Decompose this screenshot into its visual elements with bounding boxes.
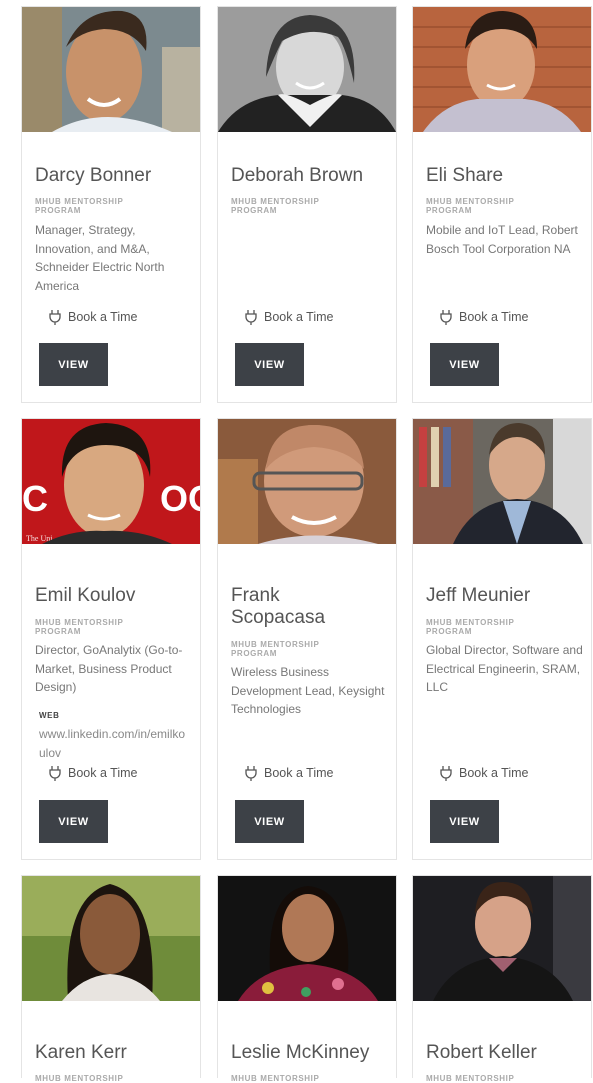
mentor-role: Manager, Strategy, Innovation, and M&A, … xyxy=(35,223,165,293)
mentor-card: Deborah Brown MHUB MENTORSHIP PROGRAM Bo… xyxy=(217,6,397,403)
book-a-time-link[interactable]: Book a Time xyxy=(48,309,137,325)
book-a-time-link[interactable]: Book a Time xyxy=(439,309,528,325)
mentor-photo[interactable] xyxy=(22,876,200,1001)
mentor-program: MHUB MENTORSHIP PROGRAM xyxy=(35,197,124,215)
mentor-photo[interactable] xyxy=(413,419,591,544)
mentor-program: MHUB MENTORSHIP xyxy=(426,1074,515,1083)
view-button[interactable]: VIEW xyxy=(235,800,304,843)
mentor-photo[interactable]: C OO The Uni xyxy=(22,419,200,544)
plug-icon xyxy=(49,766,61,781)
svg-text:C: C xyxy=(22,478,48,519)
svg-text:OO: OO xyxy=(160,478,200,519)
mentor-card: Jeff Meunier MHUB MENTORSHIP PROGRAM Glo… xyxy=(412,418,592,860)
mentor-name: Jeff Meunier xyxy=(426,585,531,606)
mentor-photo[interactable] xyxy=(218,419,396,544)
mentor-photo[interactable] xyxy=(22,7,200,132)
book-a-time-link[interactable]: Book a Time xyxy=(48,765,137,781)
book-a-time-link[interactable]: Book a Time xyxy=(244,765,333,781)
mentor-name: Emil Koulov xyxy=(35,585,136,606)
mentor-role: Global Director, Software and Electrical… xyxy=(426,643,583,694)
plug-icon xyxy=(245,766,257,781)
mentor-name: Robert Keller xyxy=(426,1042,537,1063)
mentor-role: Director, GoAnalytix (Go-to-Market, Busi… xyxy=(35,643,183,694)
mentor-program: MHUB MENTORSHIP PROGRAM xyxy=(35,618,124,636)
mentor-photo[interactable] xyxy=(218,7,396,132)
mentor-program: MHUB MENTORSHIP xyxy=(231,1074,320,1083)
mentor-program: MHUB MENTORSHIP PROGRAM xyxy=(231,197,320,215)
web-link[interactable]: www.linkedin.com/in/emilkoulov xyxy=(39,725,189,762)
mentor-program: MHUB MENTORSHIP PROGRAM xyxy=(426,197,515,215)
mentor-card: Darcy Bonner MHUB MENTORSHIP PROGRAM Man… xyxy=(21,6,201,403)
mentor-card: C OO The Uni Emil Koulov MHUB MENTORSHIP… xyxy=(21,418,201,860)
view-button[interactable]: VIEW xyxy=(39,343,108,386)
book-a-time-label: Book a Time xyxy=(264,766,334,780)
plug-icon xyxy=(440,310,452,325)
book-a-time-label: Book a Time xyxy=(459,766,529,780)
mentor-role: Mobile and IoT Lead, Robert Bosch Tool C… xyxy=(426,223,578,256)
web-label: WEB xyxy=(39,711,60,720)
mentor-photo[interactable] xyxy=(413,7,591,132)
plug-icon xyxy=(245,310,257,325)
mentor-program: MHUB MENTORSHIP PROGRAM xyxy=(231,640,320,658)
book-a-time-link[interactable]: Book a Time xyxy=(439,765,528,781)
mentor-name: Darcy Bonner xyxy=(35,165,152,186)
view-button[interactable]: VIEW xyxy=(235,343,304,386)
mentor-card: Eli Share MHUB MENTORSHIP PROGRAM Mobile… xyxy=(412,6,592,403)
mentor-photo[interactable] xyxy=(413,876,591,1001)
book-a-time-label: Book a Time xyxy=(68,310,138,324)
book-a-time-link[interactable]: Book a Time xyxy=(244,309,333,325)
mentor-role: Wireless Business Development Lead, Keys… xyxy=(231,665,385,716)
view-button[interactable]: VIEW xyxy=(430,343,499,386)
plug-icon xyxy=(49,310,61,325)
view-button[interactable]: VIEW xyxy=(39,800,108,843)
mentor-name: Karen Kerr xyxy=(35,1042,127,1063)
mentor-program: MHUB MENTORSHIP xyxy=(35,1074,124,1083)
mentor-name: Frank Scopacasa xyxy=(231,585,326,628)
mentor-card: Robert Keller MHUB MENTORSHIP xyxy=(412,875,592,1083)
mentor-program: MHUB MENTORSHIP PROGRAM xyxy=(426,618,515,636)
mentor-card: Frank Scopacasa MHUB MENTORSHIP PROGRAM … xyxy=(217,418,397,860)
plug-icon xyxy=(440,766,452,781)
book-a-time-label: Book a Time xyxy=(68,766,138,780)
mentor-card: Karen Kerr MHUB MENTORSHIP xyxy=(21,875,201,1083)
mentor-name: Eli Share xyxy=(426,165,504,186)
mentor-name: Deborah Brown xyxy=(231,165,364,186)
mentor-name: Leslie McKinney xyxy=(231,1042,370,1063)
mentor-photo[interactable] xyxy=(218,876,396,1001)
book-a-time-label: Book a Time xyxy=(459,310,529,324)
book-a-time-label: Book a Time xyxy=(264,310,334,324)
mentor-card: Leslie McKinney MHUB MENTORSHIP xyxy=(217,875,397,1083)
view-button[interactable]: VIEW xyxy=(430,800,499,843)
